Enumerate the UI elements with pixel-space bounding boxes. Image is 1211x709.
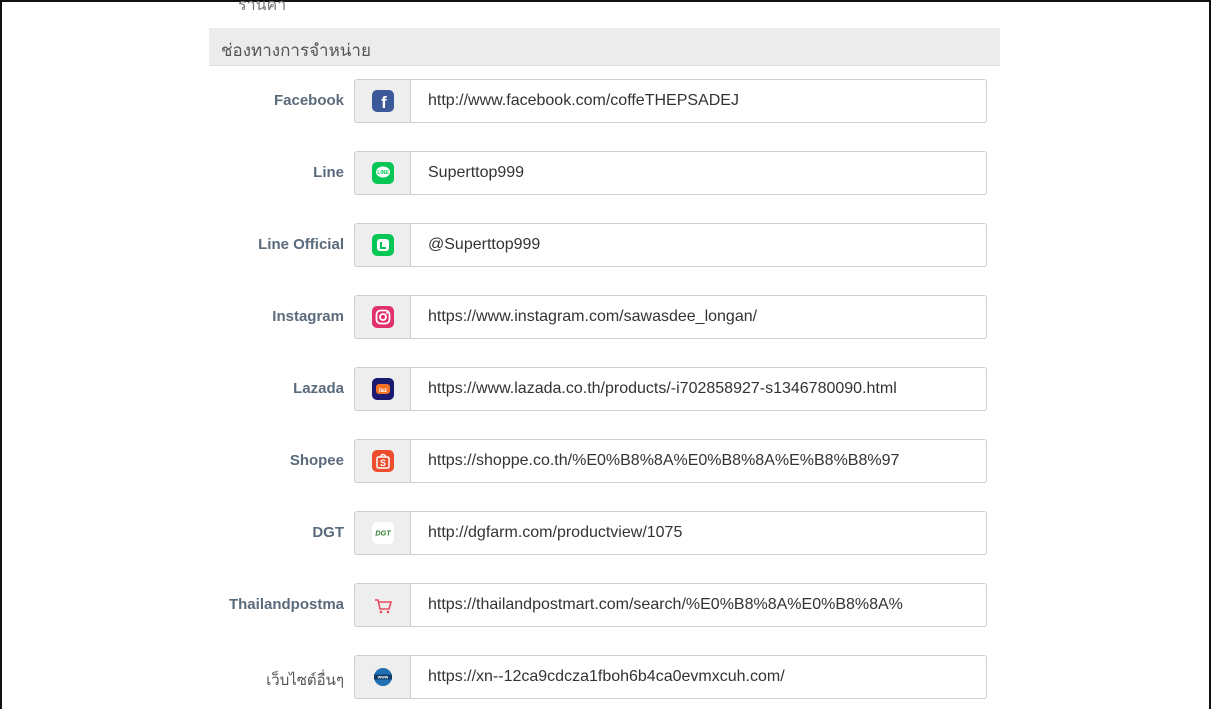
dgt-addon: DGT — [354, 511, 410, 555]
svg-text:www: www — [376, 675, 388, 680]
facebook-url-input[interactable] — [410, 79, 987, 123]
instagram-label: Instagram — [272, 308, 344, 325]
dgt-label: DGT — [312, 524, 344, 541]
shopee-url-input[interactable] — [410, 439, 987, 483]
svg-text:f: f — [381, 93, 387, 112]
facebook-label: Facebook — [273, 92, 344, 109]
facebook-icon: f — [371, 90, 394, 112]
other-website-url-input[interactable] — [410, 655, 987, 699]
channel-row-thailandpostmart: Thailandpostma — [209, 583, 1000, 627]
lazada-addon: laz — [354, 367, 410, 411]
dgt-icon: DGT — [371, 522, 394, 544]
thailandpostmart-cart-icon — [372, 594, 394, 616]
line-label: Line — [313, 164, 344, 181]
channel-row-line: Line LINE — [209, 151, 1000, 195]
other-websites-label: เว็บไซต์อื่นๆ — [266, 672, 344, 689]
channel-row-other-websites: เว็บไซต์อื่นๆ www — [209, 655, 1000, 699]
channel-row-dgt: DGT DGT — [209, 511, 1000, 555]
svg-text:S: S — [379, 458, 385, 468]
www-globe-icon: www — [372, 666, 394, 688]
svg-text:DGT: DGT — [375, 529, 391, 538]
line-official-addon — [354, 223, 410, 267]
lazada-url-input[interactable] — [410, 367, 987, 411]
lazada-label: Lazada — [293, 380, 344, 397]
instagram-icon — [371, 306, 394, 328]
page-frame: ร้านค้า ช่องทางการจำหน่าย Facebook f Lin… — [0, 0, 1211, 709]
line-official-label: Line Official — [258, 236, 344, 253]
channel-row-lazada: Lazada laz — [209, 367, 1000, 411]
lazada-icon: laz — [371, 378, 394, 400]
cut-off-heading: ร้านค้า — [238, 0, 287, 14]
line-official-id-input[interactable] — [410, 223, 987, 267]
shopee-label: Shopee — [289, 452, 344, 469]
thailandpostmart-addon — [354, 583, 410, 627]
channel-row-facebook: Facebook f — [209, 79, 1000, 123]
shopee-addon: S — [354, 439, 410, 483]
line-id-input[interactable] — [410, 151, 987, 195]
section-title: ช่องทางการจำหน่าย — [221, 41, 371, 60]
instagram-url-input[interactable] — [410, 295, 987, 339]
channel-row-instagram: Instagram — [209, 295, 1000, 339]
instagram-addon — [354, 295, 410, 339]
line-icon: LINE — [371, 162, 394, 184]
facebook-addon: f — [354, 79, 410, 123]
svg-text:laz: laz — [378, 388, 386, 394]
other-websites-addon: www — [354, 655, 410, 699]
line-official-icon — [371, 234, 394, 256]
channel-row-line-official: Line Official — [209, 223, 1000, 267]
channel-row-shopee: Shopee S — [209, 439, 1000, 483]
shopee-icon: S — [371, 450, 394, 472]
svg-text:LINE: LINE — [377, 170, 389, 176]
line-addon: LINE — [354, 151, 410, 195]
section-header: ช่องทางการจำหน่าย — [209, 28, 1000, 66]
thailandpostmart-url-input[interactable] — [410, 583, 987, 627]
thailandpostmart-label: Thailandpostma — [228, 596, 344, 613]
dgt-url-input[interactable] — [410, 511, 987, 555]
